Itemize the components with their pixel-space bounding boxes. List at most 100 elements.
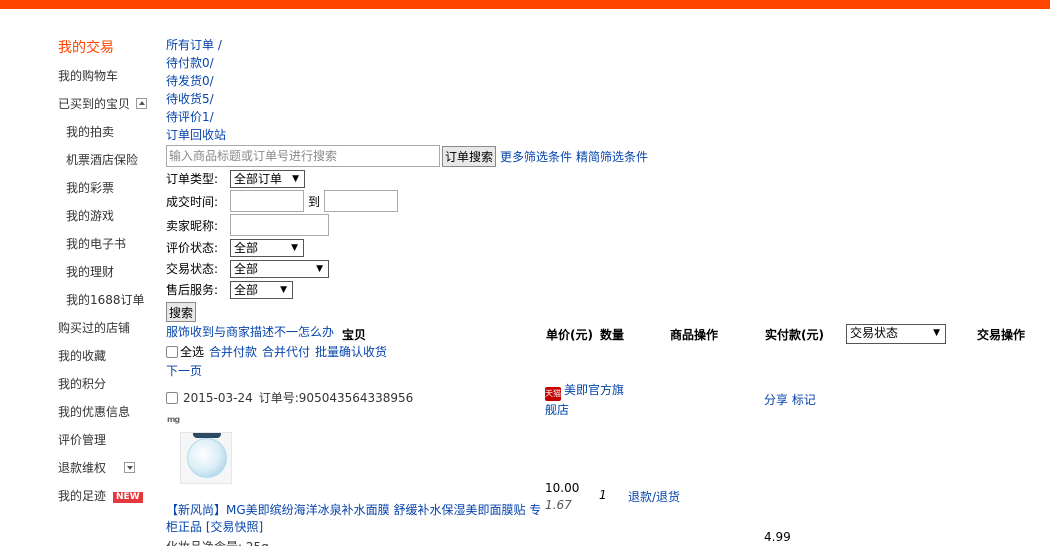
sidebar-item-label: 我的游戏: [66, 209, 115, 223]
rate-label: 评价状态:: [166, 241, 219, 255]
select-value: 全部: [234, 240, 259, 255]
sidebar-item-cart[interactable]: 我的购物车: [58, 64, 158, 92]
tab-pending-receipt[interactable]: 待收货5/: [166, 90, 1050, 108]
sidebar: 我的交易 我的购物车 已买到的宝贝 我的拍卖 机票酒店保险 我的彩票 我的游戏 …: [58, 36, 158, 512]
simple-filters-link[interactable]: 精简筛选条件: [576, 148, 648, 165]
next-page-link[interactable]: 下一页: [166, 362, 202, 379]
collapse-icon[interactable]: [136, 98, 148, 109]
rate-select[interactable]: 全部: [230, 238, 304, 257]
product-spec: 化妆品净含量: 25g: [166, 538, 269, 546]
tab-all-orders[interactable]: 所有订单 /: [166, 36, 1050, 54]
unit-price: 10.00 1.67: [545, 480, 579, 514]
order-no: 905043564338956: [298, 390, 414, 405]
time-row: 成交时间: 到: [166, 190, 1050, 212]
col-item: 宝贝: [342, 328, 367, 342]
tab-recycle-bin[interactable]: 订单回收站: [166, 126, 1050, 144]
share-link[interactable]: 分享: [764, 393, 788, 407]
trade-status-header-select[interactable]: 交易状态: [846, 324, 946, 344]
mark-link[interactable]: 标记: [792, 393, 816, 407]
order-type-row: 订单类型: 全部订单: [166, 169, 1050, 188]
order-type-select[interactable]: 全部订单: [230, 169, 305, 188]
col-trade-ops: 交易操作: [977, 328, 1026, 342]
sidebar-item-label: 我的拍卖: [66, 125, 115, 139]
sidebar-item-1688[interactable]: 我的1688订单: [58, 288, 158, 316]
sidebar-item-points[interactable]: 我的积分: [58, 372, 158, 400]
seller-row: 卖家昵称:: [166, 214, 1050, 236]
sidebar-item-label: 退款维权: [58, 461, 107, 475]
select-all-label: 全选: [180, 345, 205, 359]
order-search-button[interactable]: 订单搜索: [442, 145, 497, 167]
tab-pending-payment[interactable]: 待付款0/: [166, 54, 1050, 72]
seller-field[interactable]: [230, 214, 329, 236]
seller-label: 卖家昵称:: [166, 218, 219, 233]
refund-link[interactable]: 退款/退货: [628, 488, 680, 505]
sidebar-item-label: 我的理财: [66, 265, 115, 279]
new-badge: NEW: [113, 492, 143, 503]
sidebar-item-label: 购买过的店铺: [58, 321, 131, 335]
sidebar-item-label: 我的收藏: [58, 349, 107, 363]
search-input[interactable]: [166, 145, 440, 167]
order-header: 2015-03-24 订单号: 905043564338956: [166, 389, 413, 406]
merge-pay-link[interactable]: 合并付款: [209, 343, 257, 360]
order-type-label: 订单类型:: [166, 172, 219, 186]
col-item-ops: 商品操作: [670, 328, 719, 342]
sidebar-item-label: 评价管理: [58, 433, 107, 447]
after-sale-select[interactable]: 全部: [230, 280, 293, 299]
sidebar-item-favorites[interactable]: 我的收藏: [58, 344, 158, 372]
order-date: 2015-03-24: [183, 390, 253, 405]
sidebar-item-auction[interactable]: 我的拍卖: [58, 120, 158, 148]
sidebar-item-shops[interactable]: 购买过的店铺: [58, 316, 158, 344]
product-title-tag[interactable]: 【新风尚】: [166, 503, 226, 517]
col-qty: 数量: [600, 328, 625, 342]
order-checkbox[interactable]: [166, 391, 178, 404]
product-cap: [193, 433, 221, 438]
select-value: 全部: [234, 282, 259, 297]
more-filters-link[interactable]: 更多筛选条件: [500, 148, 572, 165]
mask-image: [187, 438, 227, 478]
sidebar-item-bought[interactable]: 已买到的宝贝: [58, 92, 158, 120]
sidebar-item-label: 我的优惠信息: [58, 405, 131, 419]
trade-status-select[interactable]: 全部: [230, 259, 329, 278]
sidebar-item-label: 我的彩票: [66, 181, 115, 195]
sidebar-item-lottery[interactable]: 我的彩票: [58, 176, 158, 204]
sidebar-item-footprint[interactable]: 我的足迹 NEW: [58, 484, 158, 512]
tab-pending-shipment[interactable]: 待发货0/: [166, 72, 1050, 90]
sidebar-item-label: 我的购物车: [58, 69, 119, 83]
merge-proxy-link[interactable]: 合并代付: [262, 343, 310, 360]
sidebar-item-games[interactable]: 我的游戏: [58, 204, 158, 232]
bulk-actions: 全选 合并付款 合并代付 批量确认收货: [166, 343, 387, 360]
sidebar-item-reviews[interactable]: 评价管理: [58, 428, 158, 456]
sidebar-item-ebooks[interactable]: 我的电子书: [58, 232, 158, 260]
expand-icon[interactable]: [124, 462, 136, 473]
sidebar-item-label: 我的足迹: [58, 489, 107, 503]
sidebar-item-refunds[interactable]: 退款维权: [58, 456, 158, 484]
after-sale-label: 售后服务:: [166, 283, 219, 297]
sidebar-item-coupons[interactable]: 我的优惠信息: [58, 400, 158, 428]
paid-amount: 4.99: [764, 530, 791, 544]
end-date-field[interactable]: [324, 190, 399, 212]
tab-label: 所有订单: [166, 38, 215, 52]
search-row: 订单搜索 更多筛选条件 精简筛选条件: [166, 145, 1050, 167]
order-actions: 分享 标记: [764, 391, 816, 408]
batch-confirm-link[interactable]: 批量确认收货: [315, 343, 387, 360]
snapshot-link[interactable]: [交易快照]: [206, 520, 263, 534]
tab-pending-review[interactable]: 待评价1/: [166, 108, 1050, 126]
after-sale-row: 售后服务: 全部: [166, 280, 1050, 299]
sidebar-item-label: 我的积分: [58, 377, 107, 391]
sidebar-item-travel[interactable]: 机票酒店保险: [58, 148, 158, 176]
start-date-field[interactable]: [230, 190, 304, 212]
trade-status-label: 交易状态:: [166, 262, 219, 276]
filter-search-button[interactable]: 搜索: [166, 302, 197, 322]
sidebar-item-finance[interactable]: 我的理财: [58, 260, 158, 288]
shop-link[interactable]: 天猫 美即官方旗舰店: [545, 381, 635, 419]
select-all-checkbox[interactable]: [166, 345, 178, 358]
sidebar-title: 我的交易: [58, 40, 114, 56]
original-price: 1.67: [545, 498, 572, 512]
order-no-label: 订单号:: [258, 391, 299, 405]
select-value: 交易状态: [850, 326, 899, 340]
sidebar-item-label: 已买到的宝贝: [58, 97, 131, 111]
select-value: 全部: [234, 261, 259, 276]
product-thumbnail[interactable]: [180, 432, 232, 484]
select-value: 全部订单: [234, 171, 283, 186]
rate-row: 评价状态: 全部: [166, 238, 1050, 257]
